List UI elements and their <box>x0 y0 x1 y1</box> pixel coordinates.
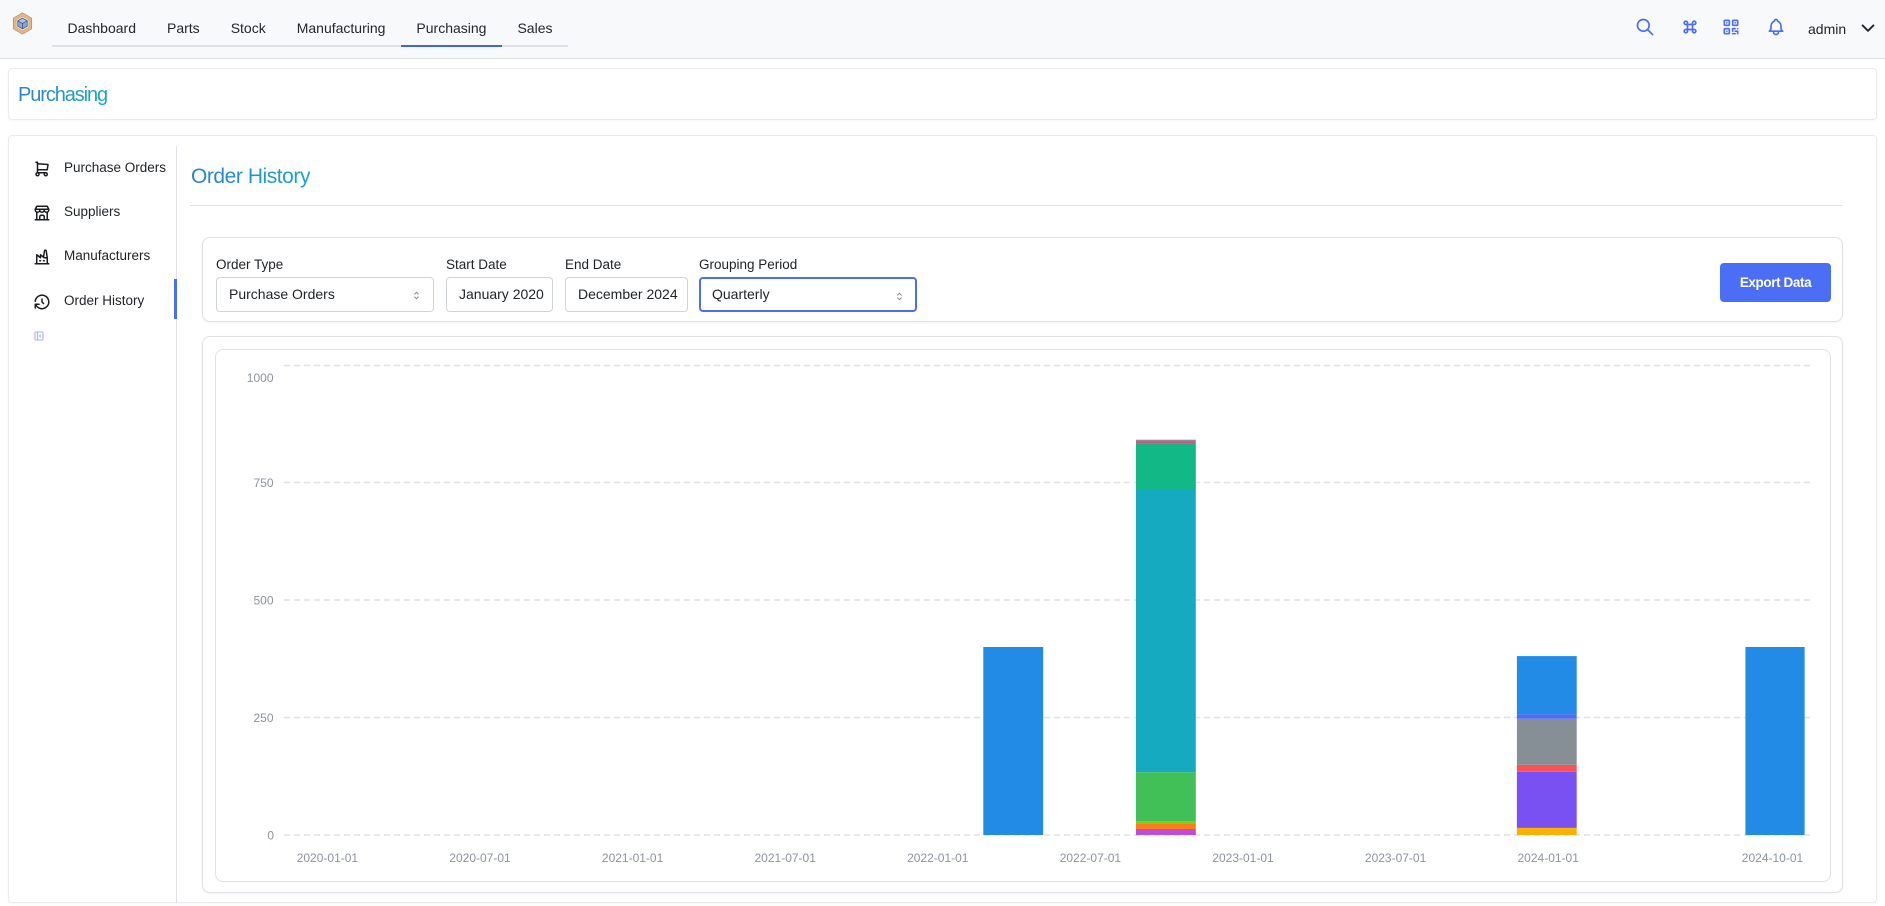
svg-text:2023-01-01: 2023-01-01 <box>1212 851 1274 865</box>
svg-text:2022-07-01: 2022-07-01 <box>1060 851 1122 865</box>
svg-text:1000: 1000 <box>247 371 274 385</box>
svg-text:2022-01-01: 2022-01-01 <box>907 851 969 865</box>
svg-text:0: 0 <box>267 829 274 843</box>
svg-text:500: 500 <box>253 594 273 608</box>
svg-text:2024-10-01: 2024-10-01 <box>1742 851 1804 865</box>
svg-text:2020-07-01: 2020-07-01 <box>449 851 511 865</box>
svg-text:2020-01-01: 2020-01-01 <box>297 851 359 865</box>
svg-text:2021-01-01: 2021-01-01 <box>602 851 664 865</box>
svg-text:750: 750 <box>253 476 273 490</box>
svg-text:250: 250 <box>253 711 273 725</box>
svg-text:2021-07-01: 2021-07-01 <box>755 851 817 865</box>
svg-text:2024-01-01: 2024-01-01 <box>1518 851 1580 865</box>
svg-text:2023-07-01: 2023-07-01 <box>1365 851 1427 865</box>
